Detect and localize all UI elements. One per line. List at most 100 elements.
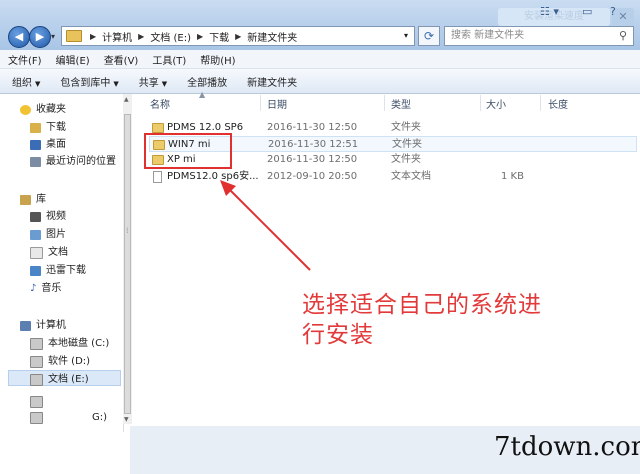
recent-places-icon <box>30 157 41 167</box>
computer-icon <box>20 321 31 331</box>
dropdown-icon: ▼ <box>113 79 119 88</box>
chevron-right-icon[interactable]: ▶ <box>138 32 144 41</box>
nav-item-desktop[interactable]: 桌面 <box>30 137 66 153</box>
breadcrumb-downloads[interactable]: 下载 <box>209 29 229 44</box>
menu-edit[interactable]: 编辑(E) <box>56 52 90 67</box>
forward-button[interactable]: ▶ <box>29 26 51 48</box>
scroll-down-icon[interactable]: ▼ <box>124 416 129 423</box>
file-row[interactable]: PDMS12.0 sp6安... 2012-09-10 20:50 文本文档 1… <box>149 169 637 185</box>
column-type[interactable]: 类型 <box>391 96 411 111</box>
breadcrumb-computer[interactable]: 计算机 <box>102 29 132 44</box>
nav-item-recent[interactable]: 最近访问的位置 <box>30 154 116 170</box>
nav-scrollbar[interactable]: ▲ ▼ <box>123 94 132 424</box>
column-length[interactable]: 长度 <box>548 96 568 111</box>
nav-item-label: 迅雷下载 <box>46 265 86 276</box>
nav-favorites[interactable]: 收藏夹 <box>20 102 66 118</box>
nav-drive-g[interactable]: G:) <box>30 410 107 426</box>
search-input[interactable]: 搜索 新建文件夹 ⚲ <box>444 26 634 46</box>
nav-item-label: 音乐 <box>41 283 62 294</box>
scroll-up-icon[interactable]: ▲ <box>124 96 129 103</box>
help-icon[interactable]: ? <box>610 3 616 21</box>
nav-computer[interactable]: 计算机 <box>20 318 66 334</box>
menu-bar: 文件(F) 编辑(E) 查看(V) 工具(T) 帮助(H) <box>0 50 640 69</box>
file-date: 2012-09-10 20:50 <box>267 171 358 182</box>
nav-item-label: G:) <box>92 412 108 423</box>
drive-icon <box>30 356 43 368</box>
library-icon <box>20 195 31 205</box>
video-icon <box>30 212 41 222</box>
nav-drive-e[interactable]: 文档 (E:) <box>30 372 89 388</box>
nav-item-label: 图片 <box>46 229 66 240</box>
nav-item-label: 本地磁盘 (C:) <box>48 338 110 349</box>
nav-item-thunder[interactable]: 迅雷下载 <box>30 263 86 279</box>
folder-icon <box>152 123 164 133</box>
file-type: 文件夹 <box>391 154 421 165</box>
column-divider[interactable] <box>540 95 541 111</box>
organize-button[interactable]: 组织 ▼ <box>12 74 40 89</box>
music-icon: ♪ <box>30 283 37 294</box>
breadcrumb-new-folder[interactable]: 新建文件夹 <box>247 29 297 44</box>
file-name: PDMS12.0 sp6安... <box>167 171 259 182</box>
sort-ascending-icon: ▲ <box>199 90 206 99</box>
refresh-button[interactable]: ⟳ <box>418 26 440 46</box>
nav-item-label: 最近访问的位置 <box>46 156 116 167</box>
column-name[interactable]: 名称 <box>150 96 170 111</box>
nav-item-downloads[interactable]: 下载 <box>30 120 66 136</box>
nav-drive-d[interactable]: 软件 (D:) <box>30 354 90 370</box>
nav-item-pictures[interactable]: 图片 <box>30 227 66 243</box>
address-bar[interactable]: ▶ 计算机 ▶ 文档 (E:) ▶ 下载 ▶ 新建文件夹 <box>61 26 415 46</box>
annotation-line-1: 选择适合自己的系统进 <box>302 292 542 318</box>
back-button[interactable]: ◀ <box>8 26 30 48</box>
column-divider[interactable] <box>260 95 261 111</box>
folder-icon <box>66 30 82 42</box>
nav-item-videos[interactable]: 视频 <box>30 209 66 225</box>
organize-label: 组织 <box>12 77 32 89</box>
file-date: 2016-11-30 12:50 <box>267 154 358 165</box>
nav-item-documents[interactable]: 文档 <box>30 245 68 261</box>
view-options-icon[interactable]: ☷ ▾ <box>540 3 559 21</box>
menu-help[interactable]: 帮助(H) <box>200 52 235 67</box>
file-type: 文本文档 <box>391 171 431 182</box>
blank-area <box>0 432 130 474</box>
text-file-icon <box>153 171 162 183</box>
column-divider[interactable] <box>384 95 385 111</box>
nav-drive-partial[interactable] <box>30 394 48 410</box>
column-divider[interactable] <box>480 95 481 111</box>
column-date[interactable]: 日期 <box>267 96 287 111</box>
nav-drive-c[interactable]: 本地磁盘 (C:) <box>30 336 109 352</box>
chevron-right-icon[interactable]: ▶ <box>90 32 96 41</box>
navigation-pane: 收藏夹 下载 桌面 最近访问的位置 库 视频 图片 文档 迅雷下载 ♪ 音乐 计… <box>0 94 124 434</box>
nav-libraries[interactable]: 库 <box>20 192 46 208</box>
column-size[interactable]: 大小 <box>486 96 506 111</box>
file-date: 2016-11-30 12:51 <box>268 139 359 150</box>
document-icon <box>30 247 43 259</box>
breadcrumb-drive[interactable]: 文档 (E:) <box>150 29 191 44</box>
include-in-library-button[interactable]: 包含到库中 ▼ <box>60 74 118 89</box>
menu-file[interactable]: 文件(F) <box>8 52 42 67</box>
menu-tools[interactable]: 工具(T) <box>152 52 186 67</box>
preview-pane-icon[interactable]: ▭ <box>582 3 592 21</box>
nav-computer-label: 计算机 <box>36 320 66 331</box>
dropdown-icon: ▼ <box>161 79 168 88</box>
chevron-right-icon[interactable]: ▶ <box>235 32 241 41</box>
scroll-thumb[interactable] <box>124 114 131 414</box>
chevron-right-icon[interactable]: ▶ <box>197 32 203 41</box>
refresh-icon: ⟳ <box>423 29 435 43</box>
nav-libraries-label: 库 <box>36 194 46 205</box>
history-dropdown-icon[interactable]: ▾ <box>51 32 55 41</box>
new-folder-button[interactable]: 新建文件夹 <box>247 74 297 89</box>
search-icon[interactable]: ⚲ <box>619 27 627 45</box>
splitter-grip-icon[interactable]: ⁞ <box>126 226 129 235</box>
share-label: 共享 <box>138 77 159 89</box>
file-type: 文件夹 <box>392 139 422 150</box>
nav-item-music[interactable]: ♪ 音乐 <box>30 281 61 297</box>
picture-icon <box>30 230 41 240</box>
drive-icon <box>30 396 43 408</box>
annotation-line-2: 行安装 <box>302 322 374 348</box>
share-button[interactable]: 共享 ▼ <box>139 74 167 89</box>
star-icon <box>20 105 31 115</box>
drive-icon <box>30 412 43 424</box>
play-all-button[interactable]: 全部播放 <box>187 74 227 89</box>
address-dropdown-icon[interactable]: ▾ <box>404 31 408 40</box>
menu-view[interactable]: 查看(V) <box>104 52 139 67</box>
